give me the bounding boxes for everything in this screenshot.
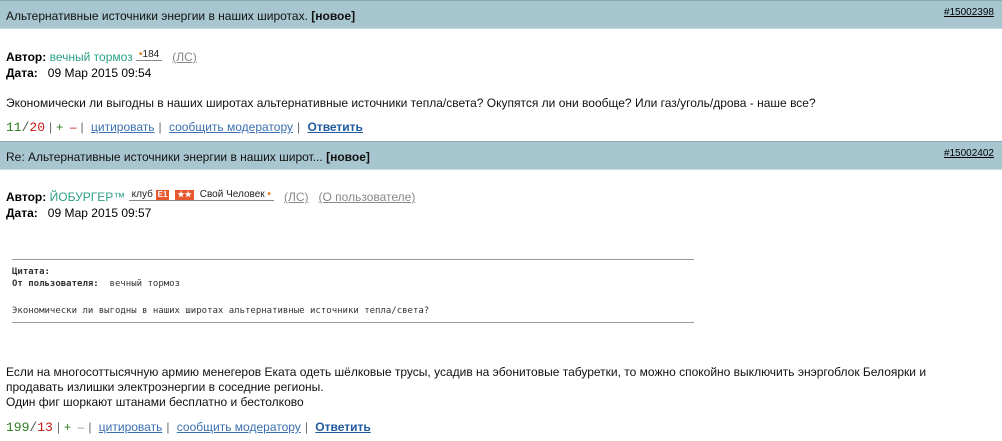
post-header: Альтернативные источники энергии в наших… xyxy=(0,0,1002,29)
club-icon: E1 xyxy=(155,190,170,200)
report-link[interactable]: сообщить модератору xyxy=(177,420,301,434)
post-date: 09 Мар 2015 09:57 xyxy=(47,206,152,220)
date-line: Дата: 09 Мар 2015 09:54 xyxy=(6,66,152,80)
post-actions: 11/20 | + – | цитировать | сообщить модерато… xyxy=(6,120,363,135)
rank-badge: ★★ xyxy=(172,189,197,201)
about-user-link[interactable]: (О пользователе) xyxy=(319,190,416,204)
post-title: Альтернативные источники энергии в наших… xyxy=(6,9,356,23)
author-line: Автор: вечный тормоз •184 (ЛС) xyxy=(6,49,197,64)
post-id-link[interactable]: #15002398 xyxy=(944,7,994,18)
reply-link[interactable]: Ответить xyxy=(315,420,370,434)
new-tag: [новое] xyxy=(326,150,370,164)
author-name[interactable]: ЙОБУРГЕР™ xyxy=(50,190,126,204)
vote-plus-button[interactable]: + xyxy=(64,420,71,434)
quote-bottom-rule xyxy=(12,322,694,323)
status-badge: Свой Человек • xyxy=(196,189,274,201)
stars-icon: ★★ xyxy=(175,190,194,200)
quote-from: От пользователя: вечный тормоз xyxy=(12,279,180,289)
cite-link[interactable]: цитировать xyxy=(91,120,155,134)
club-badge: клуб E1 xyxy=(128,189,173,201)
post-body: Экономически ли выгодны в наших широтах … xyxy=(6,96,816,110)
post-id-link[interactable]: #15002402 xyxy=(944,148,994,159)
vote-plus-button[interactable]: + xyxy=(56,120,63,134)
author-line: Автор: ЙОБУРГЕР™ клуб E1 ★★ Свой Человек •… xyxy=(6,189,416,204)
quote-label: Цитата: xyxy=(12,267,50,277)
post-body: Если на многосоттысячную армию менегеров… xyxy=(6,365,927,409)
rating-positive: 199 xyxy=(6,420,30,435)
new-tag: [новое] xyxy=(311,9,356,23)
user-badge: •184 xyxy=(136,49,163,61)
quote-text: Экономически ли выгодны в наших широтах … xyxy=(12,306,430,316)
post-actions: 199/13 | + – | цитировать | сообщить модерат… xyxy=(6,420,371,435)
rating-negative: 13 xyxy=(37,420,53,435)
report-link[interactable]: сообщить модератору xyxy=(169,120,293,134)
vote-minus-button[interactable]: – xyxy=(70,120,77,134)
date-line: Дата: 09 Мар 2015 09:57 xyxy=(6,206,152,220)
pm-link[interactable]: (ЛС) xyxy=(284,190,309,204)
post-date: 09 Мар 2015 09:54 xyxy=(47,66,152,80)
rating-negative: 20 xyxy=(29,120,46,135)
dot-icon: • xyxy=(267,189,271,200)
post-title: Re: Альтернативные источники энергии в н… xyxy=(6,150,370,164)
post-header: Re: Альтернативные источники энергии в н… xyxy=(0,141,1002,170)
author-name[interactable]: вечный тормоз xyxy=(50,50,133,64)
reply-link[interactable]: Ответить xyxy=(307,120,362,134)
rating-positive: 11 xyxy=(6,120,22,135)
vote-minus-button[interactable]: – xyxy=(78,420,85,434)
quote-top-rule xyxy=(12,259,694,260)
cite-link[interactable]: цитировать xyxy=(99,420,163,434)
pm-link[interactable]: (ЛС) xyxy=(172,50,197,64)
